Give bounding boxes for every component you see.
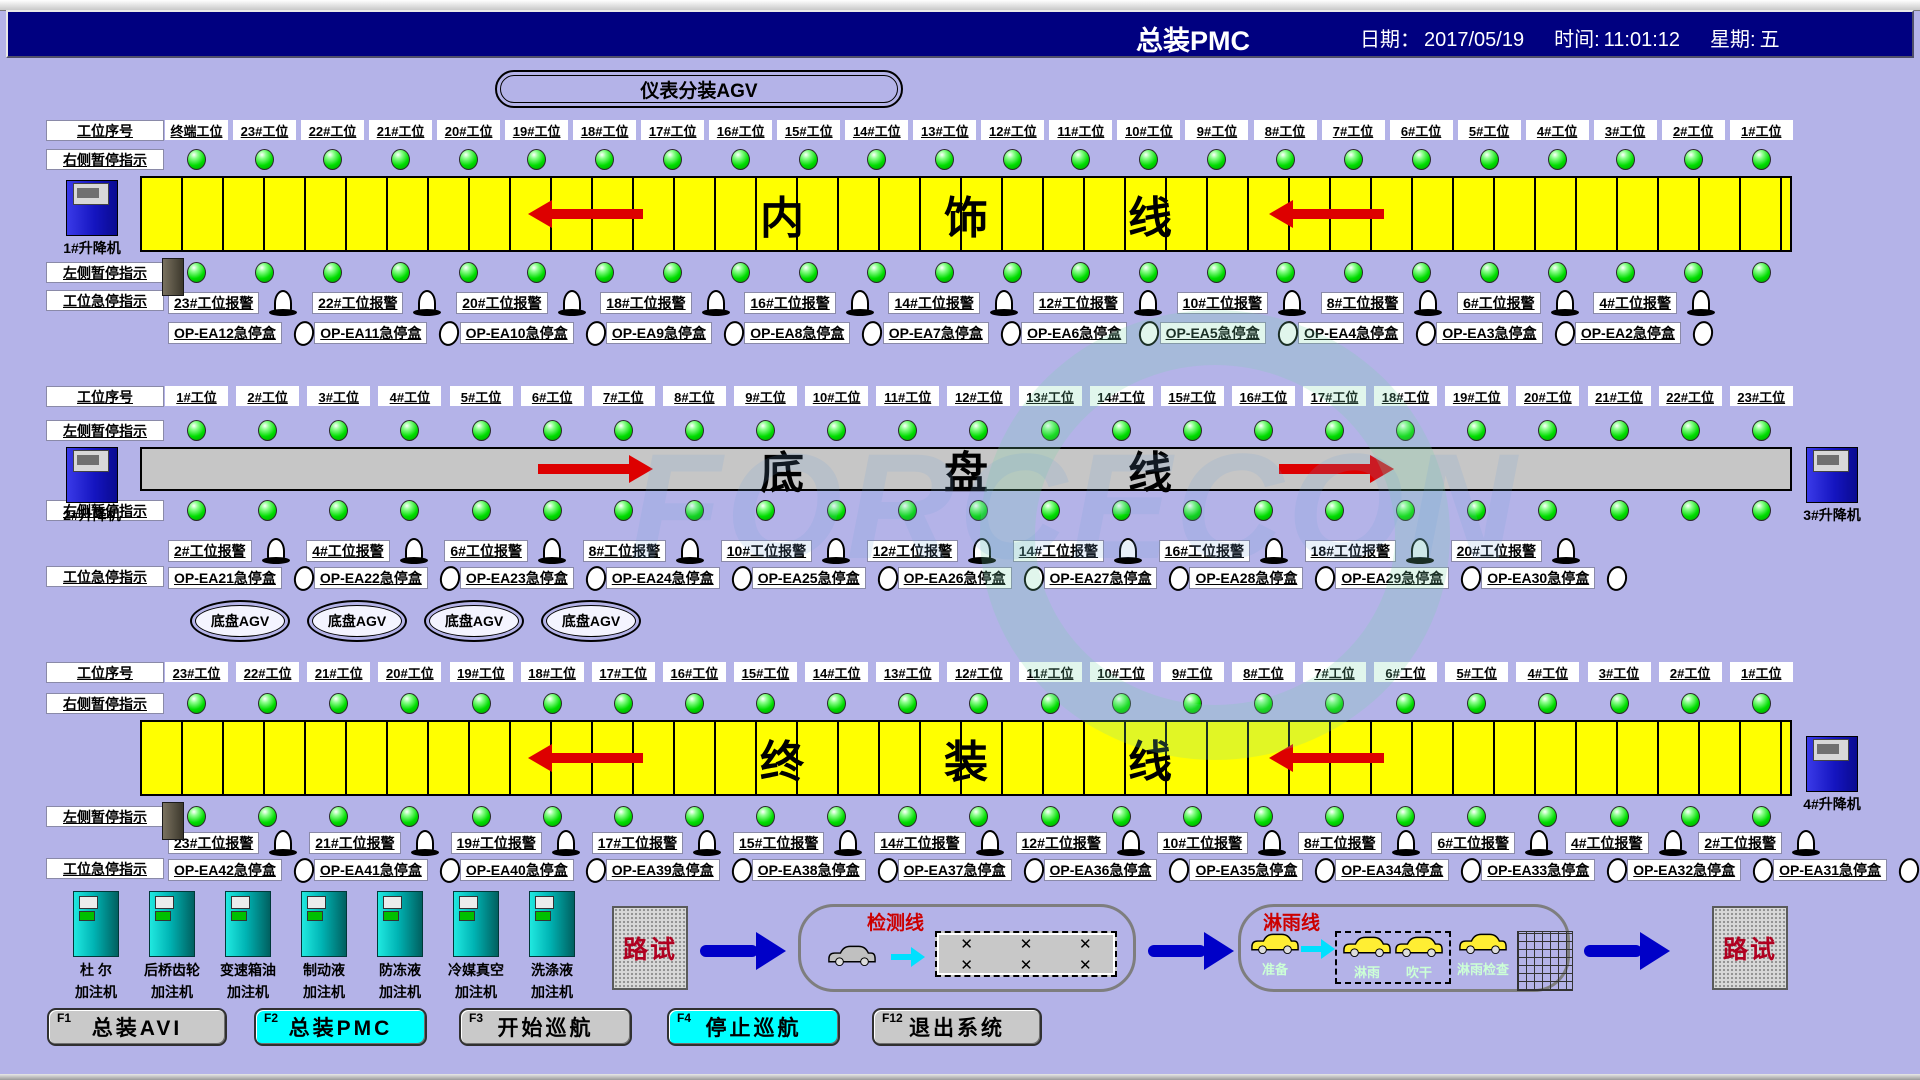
flow-arrow-2 xyxy=(1148,932,1236,970)
x-mark-icon: ✕ xyxy=(960,956,973,974)
button-stop-cruise[interactable]: F4停止巡航 xyxy=(667,1008,840,1046)
detection-bay: ✕ ✕ ✕ ✕ ✕ ✕ xyxy=(935,931,1117,977)
rain-stage-dry: 吹干 xyxy=(1393,934,1445,981)
flow-arrow-3 xyxy=(1584,932,1672,970)
test-flow-section: 路试 检测线 ✕✕✕✕✕✕ 淋雨线 准备 淋雨 xyxy=(0,0,1920,1080)
fkey-label: F1 xyxy=(57,1011,71,1025)
rain-stage-prepare: 准备 xyxy=(1249,931,1301,978)
button-label: 开始巡航 xyxy=(461,1010,630,1044)
button-label: 总装PMC xyxy=(256,1010,425,1044)
x-mark-icon: ✕ xyxy=(1079,935,1092,953)
scada-screen: 总装PMC 日期：2017/05/19时间:11:01:12星期:五 仪表分装A… xyxy=(0,0,1920,1080)
x-mark-icon: ✕ xyxy=(1079,956,1092,974)
grid-mesh-icon xyxy=(1517,931,1573,991)
button-label: 停止巡航 xyxy=(669,1010,838,1044)
cyan-arrow-icon xyxy=(891,947,925,967)
x-mark-icon: ✕ xyxy=(960,935,973,953)
x-mark-icon: ✕ xyxy=(1020,956,1033,974)
x-mark-icon: ✕ xyxy=(1020,935,1033,953)
button-exit-system[interactable]: F12退出系统 xyxy=(872,1008,1042,1046)
flow-arrow-1 xyxy=(700,932,788,970)
window-bottom-edge xyxy=(0,1074,1920,1080)
button-label: 总装AVI xyxy=(49,1010,225,1044)
button-assembly-avi[interactable]: F1总装AVI xyxy=(47,1008,227,1046)
car-icon xyxy=(1394,934,1444,958)
rain-stage-label: 准备 xyxy=(1262,959,1288,978)
car-icon xyxy=(827,943,877,967)
car-icon xyxy=(1250,931,1300,955)
rain-stage-label: 淋雨检查 xyxy=(1457,959,1509,978)
detection-line-box: 检测线 ✕ ✕ ✕ ✕ ✕ ✕ xyxy=(798,904,1136,992)
rain-stages: 准备 淋雨 吹干 淋雨检查 xyxy=(1249,931,1573,991)
cyan-arrow-icon xyxy=(1301,939,1335,959)
fkey-label: F12 xyxy=(882,1011,903,1025)
button-assembly-pmc[interactable]: F2总装PMC xyxy=(254,1008,427,1046)
car-icon xyxy=(1458,931,1508,955)
road-test-box-right: 路试 xyxy=(1712,906,1788,990)
button-start-cruise[interactable]: F3开始巡航 xyxy=(459,1008,632,1046)
detection-line-title: 检测线 xyxy=(867,908,924,935)
rain-booth: 淋雨 吹干 xyxy=(1335,931,1451,984)
rain-stage-label: 淋雨 xyxy=(1354,962,1380,981)
road-test-box-left: 路试 xyxy=(612,906,688,990)
fkey-label: F4 xyxy=(677,1011,691,1025)
rain-stage-check: 淋雨检查 xyxy=(1451,931,1515,978)
rain-stage-shower: 淋雨 xyxy=(1341,934,1393,981)
rain-test-line-box: 淋雨线 准备 淋雨 吹干 xyxy=(1238,904,1570,992)
car-icon xyxy=(1342,934,1392,958)
fkey-label: F2 xyxy=(264,1011,278,1025)
fkey-label: F3 xyxy=(469,1011,483,1025)
rain-stage-label: 吹干 xyxy=(1406,962,1432,981)
